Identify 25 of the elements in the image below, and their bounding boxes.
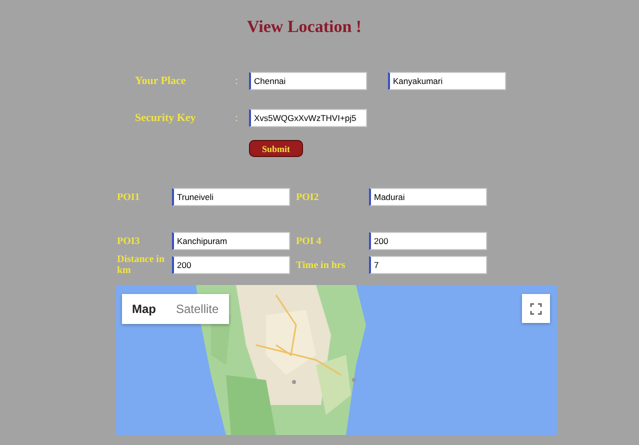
field-label: Distance in km — [117, 254, 166, 276]
colon-separator: : — [235, 75, 240, 87]
field-label: Security Key — [135, 112, 197, 124]
input-field[interactable]: Xvs5WQGxXvWzTHVI+pj5 — [249, 109, 367, 127]
field-label: POI2 — [296, 192, 319, 202]
input-field[interactable]: Kanyakumari — [388, 72, 506, 90]
submit-button[interactable]: Submit — [249, 140, 303, 157]
input-field[interactable]: Chennai — [249, 72, 367, 90]
map-type-tab[interactable]: Map — [122, 294, 166, 324]
input-field[interactable]: 200 — [369, 232, 487, 250]
input-field[interactable]: Truneiveli — [172, 188, 290, 206]
page-title: View Location ! — [246, 16, 363, 37]
input-field[interactable]: Kanchipuram — [172, 232, 290, 250]
field-label: POI3 — [117, 236, 140, 246]
colon-separator: : — [235, 112, 240, 124]
input-field[interactable]: 200 — [172, 256, 290, 274]
map-type-tab[interactable]: Satellite — [166, 294, 229, 324]
field-label: POI 4 — [296, 236, 322, 246]
fullscreen-icon — [530, 302, 542, 314]
input-field[interactable]: 7 — [369, 256, 487, 274]
field-label: POI1 — [117, 192, 140, 202]
field-label: Time in hrs — [296, 260, 346, 270]
fullscreen-button[interactable] — [522, 294, 550, 323]
input-field[interactable]: Madurai — [369, 188, 487, 206]
field-label: Your Place — [135, 75, 187, 87]
